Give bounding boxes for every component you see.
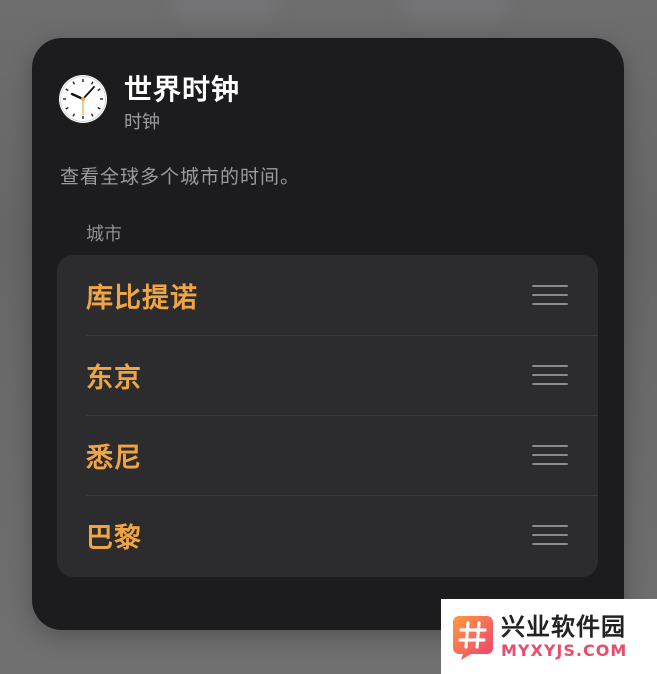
widget-title: 世界时钟: [124, 73, 241, 106]
city-row-tokyo[interactable]: 东京: [57, 335, 598, 415]
analog-clock-icon: [59, 75, 107, 123]
widget-subtitle: 时钟: [124, 112, 160, 133]
world-clock-widget-card: 世界时钟 时钟 查看全球多个城市的时间。 城市 库比提诺 东京 悉尼 巴黎: [32, 38, 624, 630]
reorder-handle-icon[interactable]: [532, 445, 568, 465]
reorder-handle-icon[interactable]: [532, 285, 568, 305]
widget-description: 查看全球多个城市的时间。: [60, 166, 301, 188]
background-blur-right: [400, 0, 510, 20]
city-name: 巴黎: [86, 522, 142, 554]
background-blur-left: [170, 0, 280, 20]
reorder-handle-icon[interactable]: [532, 365, 568, 385]
watermark-domain: MYXYJS.COM: [501, 640, 628, 660]
reorder-handle-icon[interactable]: [532, 525, 568, 545]
city-name: 悉尼: [86, 442, 142, 474]
city-name: 库比提诺: [86, 282, 198, 314]
city-row-paris[interactable]: 巴黎: [57, 495, 598, 575]
city-row-cupertino[interactable]: 库比提诺: [57, 255, 598, 335]
watermark-text: 兴业软件园 MYXYJS.COM: [501, 613, 627, 661]
city-row-sydney[interactable]: 悉尼: [57, 415, 598, 495]
watermark-name: 兴业软件园: [501, 612, 626, 641]
cities-section-header: 城市: [86, 224, 122, 245]
city-list: 库比提诺 东京 悉尼 巴黎: [57, 255, 598, 577]
city-name: 东京: [86, 362, 142, 394]
site-watermark: 兴业软件园 MYXYJS.COM: [441, 599, 657, 674]
hash-logo-icon: [453, 615, 493, 660]
